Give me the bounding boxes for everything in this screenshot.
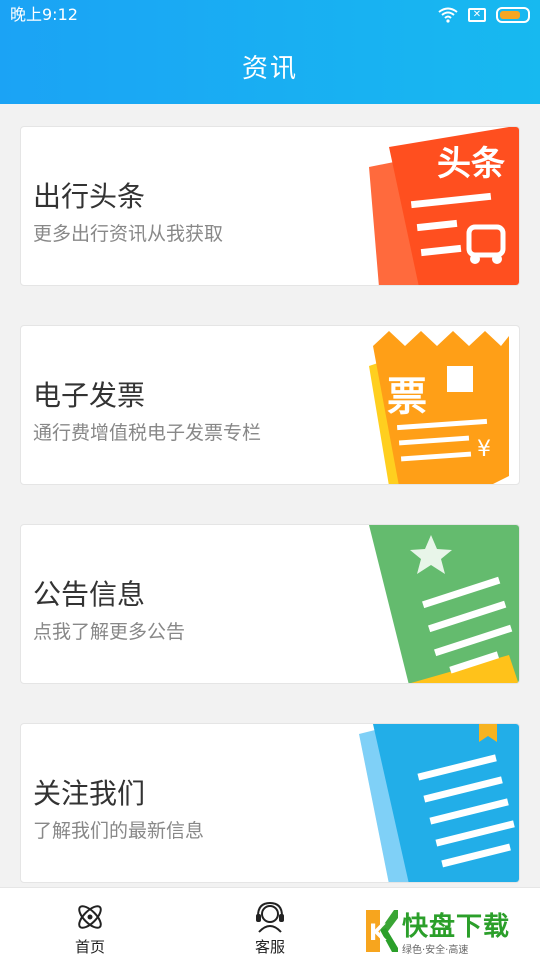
card-title: 电子发票 xyxy=(33,379,146,412)
card-title: 公告信息 xyxy=(33,578,146,611)
watermark-title: 快盘下载 xyxy=(402,912,511,942)
svg-text:¥: ¥ xyxy=(477,437,491,462)
k-logo-icon: K xyxy=(366,910,398,952)
header: 晚上9:12 ✕ 资讯 xyxy=(0,0,540,104)
card-e-invoice[interactable]: 电子发票 通行费增值税电子发票专栏 票 ¥ xyxy=(20,325,520,485)
card-title: 出行头条 xyxy=(33,180,146,213)
main-content: 出行头条 更多出行资讯从我获取 头条 电子发票 通行费增值税电子发票专栏 票 ¥ xyxy=(0,104,540,887)
newspaper-icon: 头条 xyxy=(369,127,519,285)
card-subtitle: 了解我们的最新信息 xyxy=(33,820,205,842)
card-subtitle: 通行费增值税电子发票专栏 xyxy=(33,422,262,444)
svg-text:头条: 头条 xyxy=(437,144,505,184)
card-subtitle: 点我了解更多公告 xyxy=(33,621,186,643)
card-subtitle: 更多出行资讯从我获取 xyxy=(33,223,224,245)
watermark-subtitle: 绿色·安全·高速 xyxy=(402,945,469,956)
tab-label: 客服 xyxy=(254,938,285,956)
card-travel-headlines[interactable]: 出行头条 更多出行资讯从我获取 头条 xyxy=(20,126,520,286)
tab-label: 首页 xyxy=(74,938,105,956)
card-follow-us[interactable]: 关注我们 了解我们的最新信息 xyxy=(20,723,520,883)
status-icons: ✕ xyxy=(438,7,530,23)
atom-icon xyxy=(78,905,102,929)
watermark-text: 快盘下载 绿色·安全·高速 xyxy=(402,906,510,956)
tab-home[interactable]: 首页 xyxy=(40,900,140,960)
battery-icon xyxy=(496,7,530,23)
book-icon xyxy=(359,724,519,882)
tab-customer-service[interactable]: 客服 xyxy=(220,900,320,960)
sim-x-icon: ✕ xyxy=(468,8,486,22)
card-announcements[interactable]: 公告信息 点我了解更多公告 xyxy=(20,524,520,684)
notice-icon xyxy=(369,525,519,683)
invoice-icon: 票 ¥ xyxy=(369,331,509,484)
wifi-icon xyxy=(438,7,458,23)
page-title: 资讯 xyxy=(241,54,298,84)
status-bar: 晚上9:12 ✕ xyxy=(0,0,540,30)
headset-icon xyxy=(256,901,284,933)
card-title: 关注我们 xyxy=(33,777,146,810)
download-site-watermark: K 快盘下载 绿色·安全·高速 xyxy=(366,902,536,960)
status-time: 晚上9:12 xyxy=(10,5,78,24)
svg-text:K: K xyxy=(369,921,387,946)
svg-text:票: 票 xyxy=(387,374,427,420)
